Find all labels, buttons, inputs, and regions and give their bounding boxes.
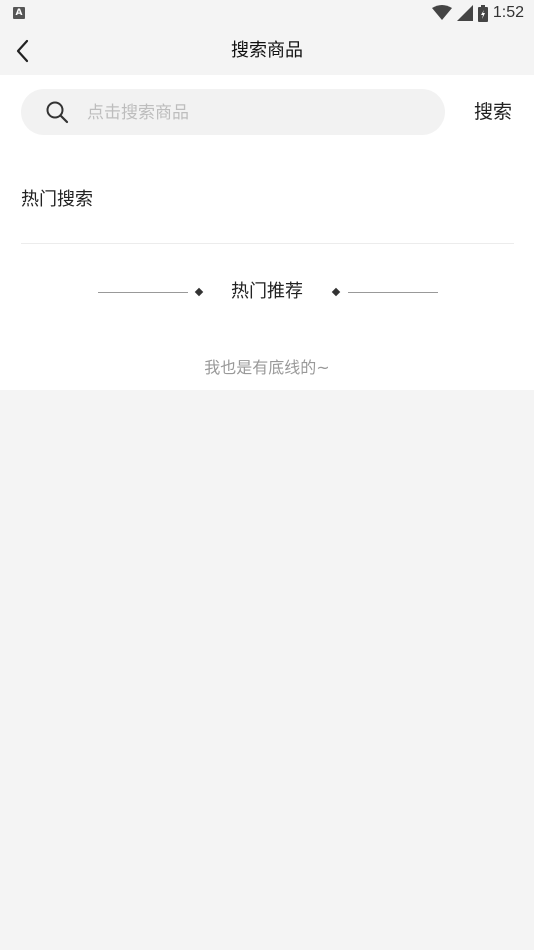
- hot-search-title: 热门搜索: [21, 189, 93, 210]
- status-indicator-icon: A: [13, 7, 25, 19]
- end-of-list-text: 我也是有底线的~: [204, 358, 330, 377]
- decorative-line-right: [348, 292, 438, 293]
- nav-bar: 搜索商品: [0, 27, 534, 75]
- battery-icon: [477, 4, 488, 22]
- search-icon: [46, 101, 69, 124]
- status-bar: A 1:52: [0, 0, 534, 27]
- search-input[interactable]: [85, 89, 429, 137]
- hot-recommend-title: 热门推荐: [231, 281, 303, 302]
- cellular-signal-icon: [456, 5, 473, 21]
- search-content: 搜索 热门搜索 热门推荐 我也是有底线的~: [0, 75, 534, 390]
- search-box[interactable]: [21, 89, 445, 137]
- wifi-icon: [431, 5, 452, 20]
- status-icons: 1:52: [431, 3, 524, 23]
- hot-recommend-header: 热门推荐: [0, 277, 534, 307]
- divider: [21, 243, 514, 244]
- page-title: 搜索商品: [231, 40, 303, 61]
- search-button[interactable]: 搜索: [460, 89, 526, 135]
- status-time: 1:52: [492, 4, 524, 21]
